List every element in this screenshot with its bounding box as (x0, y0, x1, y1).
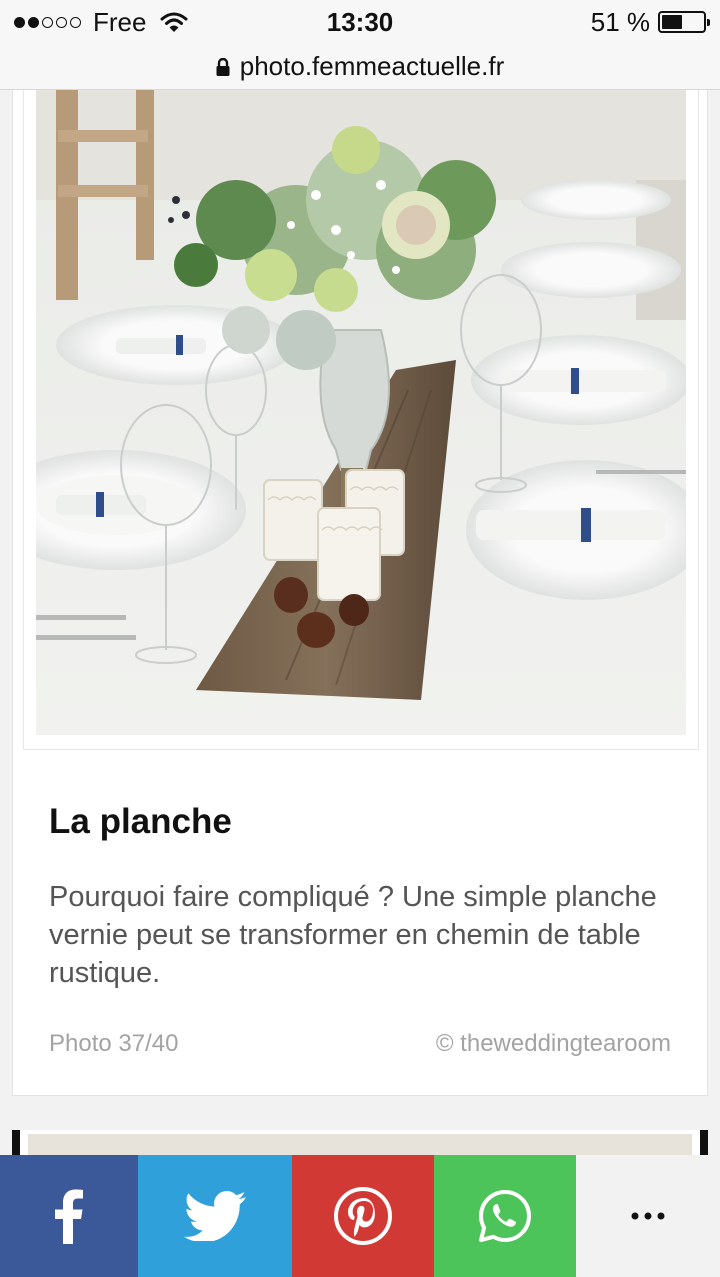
photo-description: Pourquoi faire compliqué ? Une simple pl… (49, 881, 657, 989)
share-bar (0, 1155, 720, 1277)
twitter-share-button[interactable] (138, 1155, 292, 1277)
photo-credit: © theweddingtearoom (435, 1030, 671, 1057)
status-bar: Free 13:30 51 % (0, 0, 720, 44)
battery-status: 51 % (590, 6, 710, 38)
pinterest-share-button[interactable] (292, 1155, 434, 1277)
photo-card: La planche Pourquoi faire compliqué ? Un… (12, 90, 708, 1096)
twitter-icon (184, 1191, 246, 1241)
signal-strength-icon (14, 16, 81, 28)
battery-percentage: 51 % (590, 6, 650, 37)
more-icon (631, 1212, 665, 1220)
photo-title: La planche (49, 802, 232, 841)
battery-icon (658, 11, 710, 33)
table-centerpiece-photo[interactable] (36, 90, 686, 735)
lock-icon (216, 57, 230, 76)
facebook-icon (55, 1189, 83, 1244)
whatsapp-share-button[interactable] (434, 1155, 576, 1277)
pinterest-icon (334, 1187, 392, 1245)
wifi-icon (160, 12, 188, 32)
carrier-signal: Free (14, 7, 188, 38)
more-share-button[interactable] (576, 1155, 720, 1277)
photo-counter: Photo 37/40 (49, 1030, 179, 1057)
page-url: photo.femmeactuelle.fr (239, 51, 505, 81)
photo-frame (23, 90, 699, 750)
carrier-name: Free (93, 6, 147, 37)
facebook-share-button[interactable] (0, 1155, 138, 1277)
address-bar[interactable]: photo.femmeactuelle.fr (0, 44, 720, 90)
whatsapp-icon (479, 1190, 531, 1242)
battery-level (662, 15, 683, 29)
